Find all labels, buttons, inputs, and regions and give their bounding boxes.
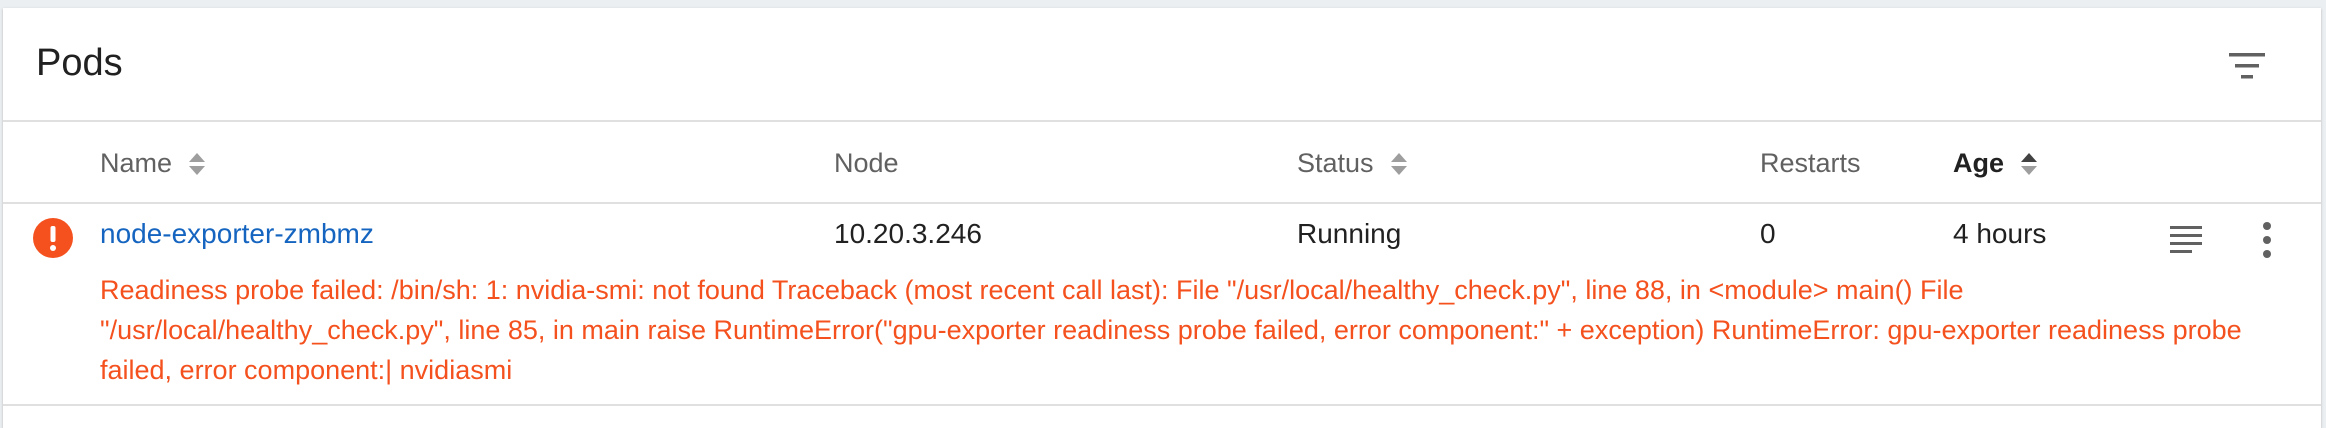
logs-button[interactable] — [2166, 220, 2206, 260]
error-icon — [33, 218, 73, 258]
age-cell: 4 hours — [1953, 218, 2047, 249]
more-actions-button[interactable] — [2247, 220, 2287, 260]
logs-icon — [2170, 226, 2202, 253]
card-header: Pods — [3, 8, 2321, 122]
pods-card: Pods Name Node Status Restarts Age node-… — [3, 8, 2321, 428]
sort-icon — [2021, 152, 2038, 175]
pod-name-link[interactable]: node-exporter-zmbmz — [100, 218, 374, 249]
more-vert-icon — [2263, 222, 2271, 258]
node-cell: 10.20.3.246 — [834, 218, 982, 249]
table-row: node-exporter-zmbmz 10.20.3.246 Running … — [3, 204, 2321, 406]
column-header-age[interactable]: Age — [1953, 148, 2040, 179]
column-header-status[interactable]: Status — [1297, 148, 1410, 179]
filter-button[interactable] — [2225, 48, 2269, 84]
error-message: Readiness probe failed: /bin/sh: 1: nvid… — [100, 275, 2242, 385]
card-title: Pods — [36, 42, 123, 84]
sort-icon — [1390, 152, 1407, 175]
sort-icon — [189, 152, 206, 175]
pod-name-cell: node-exporter-zmbmz — [100, 218, 374, 250]
status-cell: Running — [1297, 218, 1402, 249]
column-header-name[interactable]: Name — [100, 148, 208, 179]
table-header: Name Node Status Restarts Age — [3, 122, 2321, 204]
filter-list-icon — [2229, 53, 2265, 79]
restarts-cell: 0 — [1760, 218, 1776, 249]
column-header-restarts: Restarts — [1760, 148, 1861, 178]
column-header-node: Node — [834, 148, 899, 178]
row-status-indicator — [33, 218, 73, 265]
